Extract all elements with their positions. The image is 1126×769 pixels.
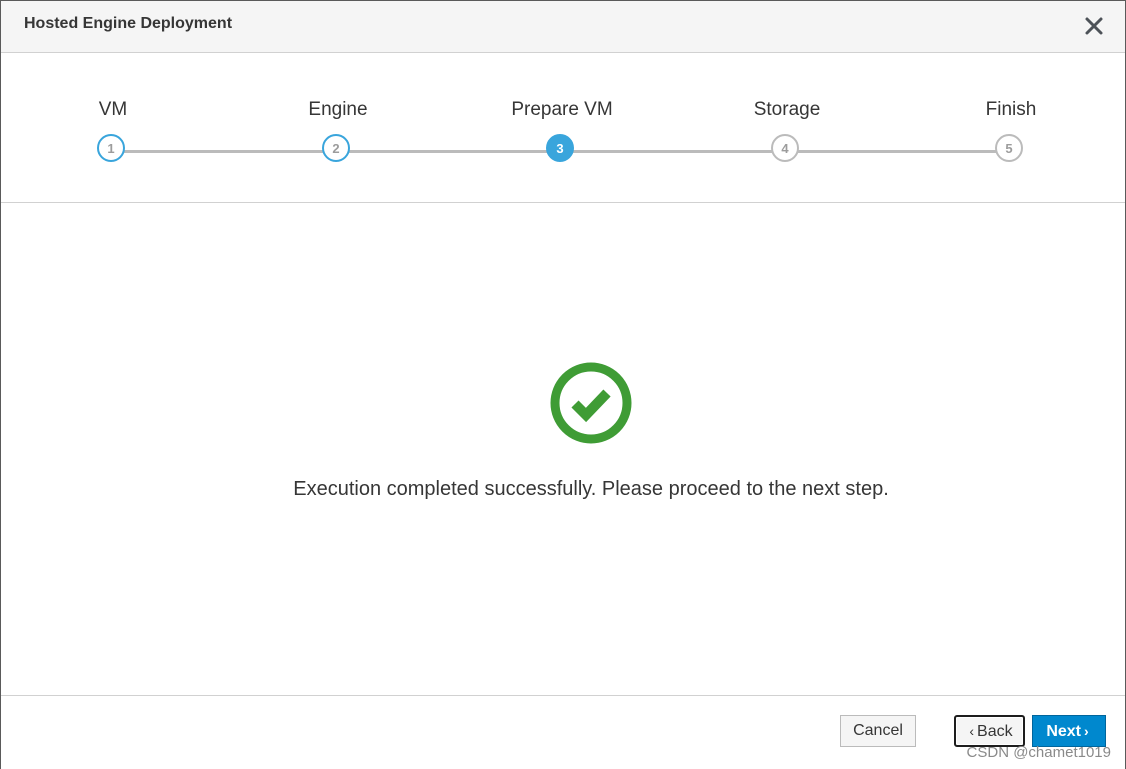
back-button-label: Back xyxy=(977,723,1013,740)
step-label: VM xyxy=(98,99,128,120)
step-number: 5 xyxy=(995,134,1023,162)
wizard-step-prepare-vm[interactable]: Prepare VM 3 xyxy=(462,53,662,202)
step-number: 3 xyxy=(546,134,574,162)
dialog-title: Hosted Engine Deployment xyxy=(24,15,233,32)
chevron-left-icon: ‹ xyxy=(969,723,975,739)
step-label: Engine xyxy=(308,99,368,120)
step-number: 4 xyxy=(771,134,799,162)
step-number: 2 xyxy=(322,134,350,162)
step-number: 1 xyxy=(97,134,125,162)
check-circle-icon xyxy=(549,361,633,445)
next-button[interactable]: Next › xyxy=(1032,715,1106,747)
next-button-label: Next xyxy=(1046,723,1081,740)
dialog-footer: Cancel ‹ Back Next › xyxy=(1,695,1125,769)
dialog-header: Hosted Engine Deployment xyxy=(1,1,1125,53)
cancel-button[interactable]: Cancel xyxy=(840,715,916,747)
dialog-body: Execution completed successfully. Please… xyxy=(1,203,1125,695)
step-label: Storage xyxy=(753,99,821,120)
cancel-button-label: Cancel xyxy=(853,722,903,739)
step-label: Finish xyxy=(985,99,1037,120)
step-label: Prepare VM xyxy=(511,99,613,120)
status-message: Execution completed successfully. Please… xyxy=(293,478,889,500)
wizard-step-finish[interactable]: Finish 5 xyxy=(911,53,1111,202)
wizard-steps: VM 1 Engine 2 Prepare VM 3 Storage 4 Fin… xyxy=(1,53,1125,203)
chevron-right-icon: › xyxy=(1084,723,1089,739)
back-button[interactable]: ‹ Back xyxy=(954,715,1025,747)
watermark: CSDN @chamet1019 xyxy=(966,744,1111,761)
wizard-step-storage[interactable]: Storage 4 xyxy=(687,53,887,202)
close-icon[interactable] xyxy=(1083,15,1105,37)
wizard-step-engine[interactable]: Engine 2 xyxy=(238,53,438,202)
deployment-dialog: Hosted Engine Deployment VM 1 Engine 2 P… xyxy=(0,0,1126,769)
wizard-step-vm[interactable]: VM 1 xyxy=(13,53,213,202)
